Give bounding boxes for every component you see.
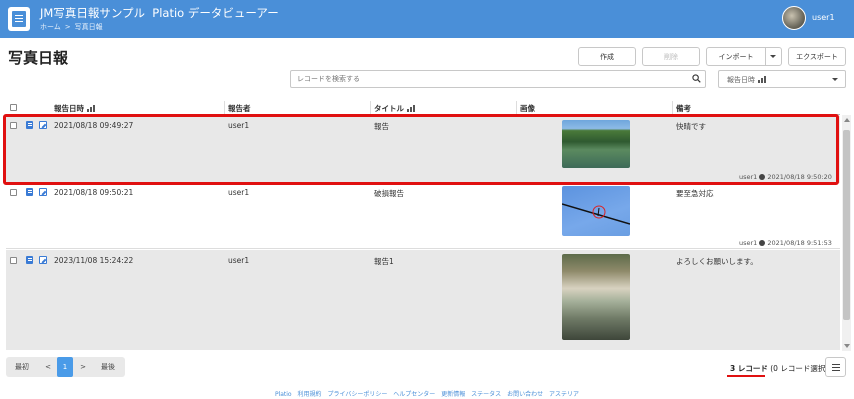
cell-datetime: 2021/08/18 09:50:21 bbox=[54, 188, 134, 197]
column-divider bbox=[516, 101, 517, 115]
cell-reporter: user1 bbox=[228, 256, 250, 265]
power-line-drawing bbox=[562, 203, 630, 225]
app-title-text: JM写真日報サンプル bbox=[40, 6, 145, 20]
footer-link-asteria[interactable]: アステリア bbox=[549, 391, 579, 398]
cell-title: 報告1 bbox=[374, 257, 394, 266]
scroll-up-icon[interactable] bbox=[844, 118, 850, 122]
row-checkbox[interactable] bbox=[10, 257, 17, 264]
import-button[interactable]: インポート bbox=[706, 47, 766, 66]
edit-icon[interactable] bbox=[39, 256, 47, 264]
highlight-annotation bbox=[3, 114, 839, 185]
pagination-current[interactable]: 1 bbox=[57, 357, 73, 377]
pagination-next[interactable]: > bbox=[75, 357, 91, 377]
cell-datetime: 2023/11/08 15:24:22 bbox=[54, 256, 134, 265]
pagination-prev[interactable]: < bbox=[40, 357, 56, 377]
footer-link-privacy[interactable]: プライバシーポリシー bbox=[327, 391, 387, 398]
footer: Platio 利用規約 プライバシーポリシー ヘルプセンター 更新情報 ステータ… bbox=[0, 389, 854, 398]
export-button[interactable]: エクスポート bbox=[788, 47, 846, 66]
column-divider bbox=[370, 101, 371, 115]
footer-link-platio[interactable]: Platio bbox=[275, 391, 292, 398]
cell-title: 破損報告 bbox=[374, 189, 404, 198]
record-count-underline bbox=[727, 375, 765, 377]
breadcrumb-home[interactable]: ホーム bbox=[40, 23, 61, 31]
column-header-datetime[interactable]: 報告日時 bbox=[54, 103, 95, 114]
column-header-label: 報告日時 bbox=[54, 104, 84, 113]
footer-link-status[interactable]: ステータス bbox=[471, 391, 501, 398]
footer-link-help[interactable]: ヘルプセンター bbox=[393, 391, 435, 398]
create-button[interactable]: 作成 bbox=[578, 47, 636, 66]
column-divider bbox=[224, 101, 225, 115]
sort-bars-icon bbox=[758, 76, 766, 83]
hamburger-icon bbox=[832, 364, 840, 365]
document-icon[interactable] bbox=[26, 256, 33, 264]
record-count-selected: (0 レコード選択) bbox=[770, 364, 829, 373]
clock-icon bbox=[759, 240, 766, 246]
import-dropdown-button[interactable] bbox=[765, 47, 782, 66]
search-box bbox=[290, 70, 706, 88]
pagination-first[interactable]: 最初 bbox=[6, 357, 38, 377]
app-logo-icon[interactable] bbox=[8, 7, 30, 31]
footer-link-terms[interactable]: 利用規約 bbox=[298, 391, 322, 398]
cell-note: よろしくお願いします。 bbox=[676, 257, 758, 266]
menu-button[interactable] bbox=[825, 357, 846, 377]
power-line-photo[interactable] bbox=[562, 186, 630, 236]
select-all-checkbox[interactable] bbox=[10, 104, 17, 111]
table-row[interactable]: 2023/11/08 15:24:22 user1 報告1 よろしくお願いします… bbox=[6, 250, 840, 350]
row-checkbox[interactable] bbox=[10, 189, 17, 196]
row-meta: user1 2021/08/18 9:51:53 bbox=[739, 239, 832, 247]
meta-user: user1 bbox=[739, 239, 758, 247]
column-header-reporter[interactable]: 報告者 bbox=[228, 103, 251, 114]
pagination-last[interactable]: 最後 bbox=[92, 357, 124, 377]
document-icon[interactable] bbox=[26, 188, 33, 196]
scrollbar-thumb[interactable] bbox=[843, 130, 850, 320]
column-header-title[interactable]: タイトル bbox=[374, 103, 415, 114]
footer-link-contact[interactable]: お問い合わせ bbox=[507, 391, 543, 398]
chevron-down-icon bbox=[770, 55, 776, 58]
meta-time: 2021/08/18 9:51:53 bbox=[767, 239, 832, 247]
chevron-down-icon bbox=[832, 78, 838, 81]
breadcrumb-separator: > bbox=[64, 23, 71, 31]
scroll-down-icon[interactable] bbox=[844, 344, 850, 348]
cell-reporter: user1 bbox=[228, 188, 250, 197]
column-divider bbox=[672, 101, 673, 115]
record-count-total: 3 レコード bbox=[730, 364, 768, 373]
page-title: 写真日報 bbox=[8, 49, 69, 67]
column-header-note[interactable]: 備考 bbox=[676, 103, 691, 114]
column-header-image[interactable]: 画像 bbox=[520, 103, 535, 114]
sort-select-value: 報告日時 bbox=[727, 76, 755, 84]
user-menu[interactable]: user1 bbox=[812, 13, 835, 22]
app-subtitle: Platio データビューアー bbox=[152, 6, 279, 20]
app-title: JM写真日報サンプル Platio データビューアー bbox=[40, 5, 279, 21]
search-input[interactable] bbox=[291, 71, 685, 87]
cell-note: 要至急対応 bbox=[676, 189, 714, 198]
edit-icon[interactable] bbox=[39, 188, 47, 196]
avatar[interactable] bbox=[782, 6, 806, 30]
sort-bars-icon bbox=[407, 105, 415, 112]
sort-bars-icon bbox=[87, 105, 95, 112]
delete-button[interactable]: 削除 bbox=[642, 47, 700, 66]
column-header-label: タイトル bbox=[374, 104, 404, 113]
sort-select[interactable]: 報告日時 bbox=[718, 70, 846, 88]
table-row[interactable]: 2021/08/18 09:50:21 user1 破損報告 要至急対応 use… bbox=[6, 183, 840, 249]
breadcrumb: ホーム > 写真日報 bbox=[40, 22, 103, 32]
footer-link-updates[interactable]: 更新情報 bbox=[441, 391, 465, 398]
breadcrumb-current: 写真日報 bbox=[74, 23, 103, 31]
store-counter-photo[interactable] bbox=[562, 254, 630, 340]
search-icon[interactable] bbox=[692, 74, 701, 83]
pagination: 最初 < 1 > 最後 bbox=[6, 357, 125, 377]
table-header: 報告日時 報告者 タイトル 画像 備考 bbox=[6, 101, 840, 115]
record-count: 3 レコード (0 レコード選択) bbox=[730, 363, 828, 374]
